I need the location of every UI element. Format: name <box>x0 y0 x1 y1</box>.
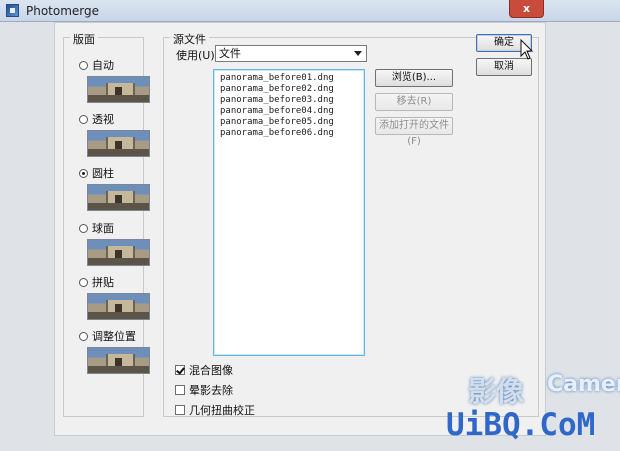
geometric-distortion-option[interactable]: 几何扭曲校正 <box>175 403 255 417</box>
layout-cylindrical-thumbnail <box>87 184 150 211</box>
close-button[interactable]: x <box>509 0 544 18</box>
watermark-top-right: Camera <box>547 372 620 397</box>
radio-indicator[interactable] <box>79 60 88 70</box>
layout-radio-auto[interactable]: 自动 <box>79 58 114 72</box>
layout-radio-reposition[interactable]: 调整位置 <box>79 329 136 343</box>
checkbox[interactable] <box>175 405 185 415</box>
layout-option-label: 调整位置 <box>92 330 136 343</box>
radio-indicator[interactable] <box>79 168 88 178</box>
layout-option-label: 自动 <box>92 59 114 72</box>
layout-option-label: 球面 <box>92 222 114 235</box>
file-list-item[interactable]: panorama_before01.dng <box>220 73 334 83</box>
layout-radio-cylindrical[interactable]: 圆柱 <box>79 166 114 180</box>
use-dropdown-value: 文件 <box>219 47 241 60</box>
file-list-item[interactable]: panorama_before02.dng <box>220 84 334 94</box>
checkbox[interactable] <box>175 365 185 375</box>
chevron-down-icon <box>354 51 362 56</box>
layout-radio-collage[interactable]: 拼贴 <box>79 275 114 289</box>
radio-indicator[interactable] <box>79 277 88 287</box>
layout-perspective-thumbnail <box>87 130 150 157</box>
watermark-top-left: 影像 <box>468 375 525 408</box>
mouse-cursor-icon <box>520 39 534 60</box>
layout-collage-thumbnail <box>87 293 150 320</box>
remove-button[interactable]: 移去(R) <box>375 93 453 111</box>
layout-group-title: 版面 <box>70 31 98 47</box>
dialog-window: Photomerge x 版面 自动 透视 圆柱 球面 拼贴 调整位置 源文件 … <box>0 0 620 451</box>
file-list-item[interactable]: panorama_before05.dng <box>220 117 334 127</box>
layout-radio-perspective[interactable]: 透视 <box>79 112 114 126</box>
source-files-title: 源文件 <box>170 31 209 47</box>
source-file-list[interactable]: panorama_before01.dng panorama_before02.… <box>213 69 365 356</box>
layout-option-label: 拼贴 <box>92 276 114 289</box>
checkbox[interactable] <box>175 385 185 395</box>
title-bar[interactable]: Photomerge x <box>0 0 620 22</box>
vignette-removal-option[interactable]: 晕影去除 <box>175 383 233 397</box>
add-open-files-button[interactable]: 添加打开的文件(F) <box>375 117 453 147</box>
layout-reposition-thumbnail <box>87 347 150 374</box>
radio-indicator[interactable] <box>79 114 88 124</box>
use-label: 使用(U): <box>176 49 219 62</box>
layout-spherical-thumbnail <box>87 239 150 266</box>
radio-indicator[interactable] <box>79 331 88 341</box>
checkbox-label: 几何扭曲校正 <box>189 404 255 417</box>
file-list-item[interactable]: panorama_before06.dng <box>220 128 334 138</box>
watermark-bottom: UiBQ.CoM <box>446 407 596 443</box>
photoshop-app-icon <box>6 4 19 17</box>
file-list-item[interactable]: panorama_before03.dng <box>220 95 334 105</box>
use-dropdown[interactable]: 文件 <box>215 45 367 62</box>
checkbox-label: 晕影去除 <box>189 384 233 397</box>
window-title: Photomerge <box>26 4 100 18</box>
blend-images-option[interactable]: 混合图像 <box>175 363 233 377</box>
browse-button[interactable]: 浏览(B)... <box>375 69 453 87</box>
layout-radio-spherical[interactable]: 球面 <box>79 221 114 235</box>
layout-group: 版面 自动 透视 圆柱 球面 拼贴 调整位置 <box>63 31 150 417</box>
layout-option-label: 透视 <box>92 113 114 126</box>
layout-option-label: 圆柱 <box>92 167 114 180</box>
checkbox-label: 混合图像 <box>189 364 233 377</box>
radio-indicator[interactable] <box>79 223 88 233</box>
file-list-item[interactable]: panorama_before04.dng <box>220 106 334 116</box>
layout-auto-thumbnail <box>87 76 150 103</box>
